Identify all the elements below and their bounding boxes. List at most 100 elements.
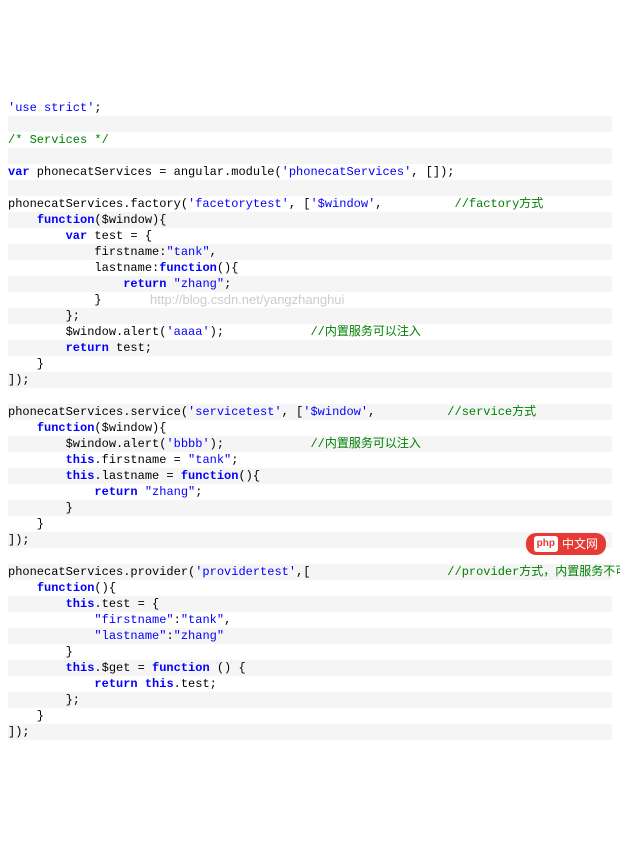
code-token: '$window' — [310, 197, 375, 211]
code-line: function(){ — [8, 580, 612, 596]
code-token: ; — [94, 101, 101, 115]
code-token: "firstname" — [94, 613, 173, 627]
code-token: phonecatServices.factory( — [8, 197, 188, 211]
code-line: 'use strict'; — [8, 100, 612, 116]
code-token: , — [368, 405, 447, 419]
code-token: $window.alert( — [8, 325, 166, 339]
code-token: return — [94, 677, 137, 691]
badge-text: 中文网 — [562, 536, 598, 552]
code-token — [138, 677, 145, 691]
code-token: phonecatServices.provider( — [8, 565, 195, 579]
code-token: } — [8, 293, 102, 307]
code-token — [8, 213, 37, 227]
code-line: } — [8, 708, 612, 724]
code-block: 'use strict'; /* Services */ var phoneca… — [8, 100, 612, 740]
code-token: function — [37, 421, 95, 435]
code-token: ($window){ — [94, 421, 166, 435]
code-line — [8, 388, 612, 404]
code-token: , [ — [289, 197, 311, 211]
code-token: ); — [210, 437, 311, 451]
code-token — [8, 581, 37, 595]
code-token: firstname: — [8, 245, 166, 259]
code-token — [8, 421, 37, 435]
code-token — [8, 629, 94, 643]
code-token — [138, 485, 145, 499]
code-token: lastname: — [8, 261, 159, 275]
code-token: var — [8, 165, 30, 179]
code-line: return "zhang"; — [8, 484, 612, 500]
code-token: var — [66, 229, 88, 243]
code-token: ,[ — [296, 565, 447, 579]
code-line: "firstname":"tank", — [8, 612, 612, 628]
code-token: }; — [8, 693, 80, 707]
code-line: }; — [8, 308, 612, 324]
code-token: "lastname" — [94, 629, 166, 643]
badge-logo: php — [534, 536, 558, 552]
code-line: firstname:"tank", — [8, 244, 612, 260]
code-token: () { — [210, 661, 246, 675]
code-line: phonecatServices.provider('providertest'… — [8, 564, 612, 580]
code-line: function($window){ — [8, 212, 612, 228]
code-token — [166, 277, 173, 291]
site-badge: php 中文网 — [526, 533, 606, 555]
code-line: this.firstname = "tank"; — [8, 452, 612, 468]
code-token: ); — [210, 325, 311, 339]
code-token: : — [166, 629, 173, 643]
code-token: ; — [231, 453, 238, 467]
code-token: //provider方式，内置服务不可以注入 — [447, 565, 620, 579]
code-token: "tank" — [166, 245, 209, 259]
code-token: 'servicetest' — [188, 405, 282, 419]
code-token: } — [8, 709, 44, 723]
code-line: $window.alert('bbbb'); //内置服务可以注入 — [8, 436, 612, 452]
code-token: .$get = — [94, 661, 152, 675]
code-line: } — [8, 292, 612, 308]
code-token: /* Services */ — [8, 133, 109, 147]
code-token: function — [152, 661, 210, 675]
code-line: ]); — [8, 372, 612, 388]
code-line: } — [8, 356, 612, 372]
code-token: ]); — [8, 373, 30, 387]
code-token: } — [8, 357, 44, 371]
code-line: this.test = { — [8, 596, 612, 612]
code-token: phonecatServices.service( — [8, 405, 188, 419]
code-token: test = { — [87, 229, 152, 243]
code-token: //内置服务可以注入 — [310, 325, 420, 339]
code-token: "tank" — [188, 453, 231, 467]
code-token: (){ — [94, 581, 116, 595]
code-line: function($window){ — [8, 420, 612, 436]
code-token: .test = { — [94, 597, 159, 611]
code-token: ]); — [8, 725, 30, 739]
code-token: //service方式 — [447, 405, 536, 419]
code-line — [8, 148, 612, 164]
code-token: } — [8, 645, 73, 659]
code-line: this.lastname = function(){ — [8, 468, 612, 484]
code-token: (){ — [238, 469, 260, 483]
code-token: 'providertest' — [195, 565, 296, 579]
code-token: this — [66, 453, 95, 467]
code-token: //内置服务可以注入 — [310, 437, 420, 451]
code-line — [8, 116, 612, 132]
code-token: ; — [195, 485, 202, 499]
code-token — [8, 277, 123, 291]
code-token: .test; — [174, 677, 217, 691]
code-token: "zhang" — [145, 485, 195, 499]
code-token: this — [145, 677, 174, 691]
code-line: return this.test; — [8, 676, 612, 692]
code-token: 'aaaa' — [166, 325, 209, 339]
code-line: ]); — [8, 724, 612, 740]
code-token: } — [8, 517, 44, 531]
code-token: this — [66, 469, 95, 483]
code-token: phonecatServices = angular.module( — [30, 165, 282, 179]
code-token: "zhang" — [174, 277, 224, 291]
code-token: //factory方式 — [455, 197, 544, 211]
code-token — [8, 469, 66, 483]
code-line: lastname:function(){ — [8, 260, 612, 276]
code-token: this — [66, 597, 95, 611]
code-token: "zhang" — [174, 629, 224, 643]
code-token: ]); — [8, 533, 30, 547]
code-token: '$window' — [303, 405, 368, 419]
code-token: , — [210, 245, 217, 259]
code-token: return — [94, 485, 137, 499]
code-line: var phonecatServices = angular.module('p… — [8, 164, 612, 180]
code-token: 'use strict' — [8, 101, 94, 115]
